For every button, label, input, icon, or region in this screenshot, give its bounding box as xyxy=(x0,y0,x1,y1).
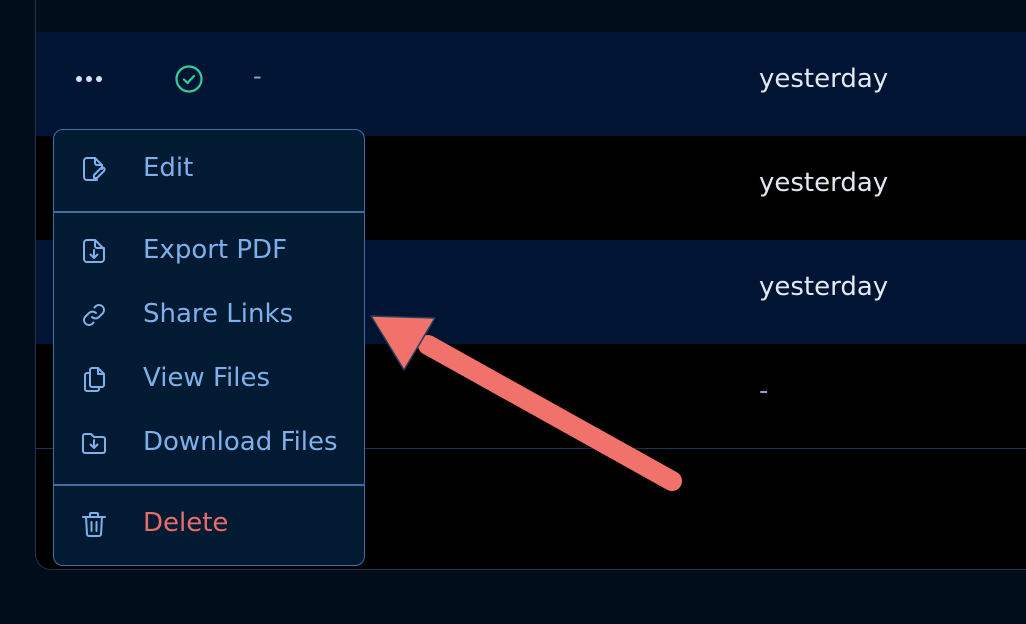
menu-item-export-pdf[interactable]: Export PDF xyxy=(54,221,364,281)
menu-item-delete[interactable]: Delete xyxy=(54,494,364,554)
modified-time: - xyxy=(759,376,769,406)
check-circle-icon xyxy=(175,65,203,93)
dot xyxy=(76,76,82,82)
export-pdf-icon xyxy=(83,239,105,263)
menu-item-edit[interactable]: Edit xyxy=(54,139,364,199)
edit-icon xyxy=(83,157,106,181)
modified-time: yesterday xyxy=(759,64,889,94)
menu-item-label: Download Files xyxy=(143,427,338,457)
menu-item-label: Edit xyxy=(143,153,194,183)
row-actions-menu: Edit Export PDF Share Links View Files D… xyxy=(53,129,365,566)
menu-item-label: Export PDF xyxy=(143,235,288,265)
modified-time: yesterday xyxy=(759,272,889,302)
table-row[interactable]: - yesterday xyxy=(36,32,1026,136)
dot xyxy=(86,76,92,82)
menu-item-label: Share Links xyxy=(143,299,294,329)
download-folder-icon xyxy=(82,433,106,454)
menu-separator xyxy=(54,211,364,213)
files-icon xyxy=(84,367,105,392)
menu-separator xyxy=(54,484,364,486)
menu-item-view-files[interactable]: View Files xyxy=(54,349,364,409)
link-icon xyxy=(83,304,105,326)
menu-item-label: Delete xyxy=(143,508,229,538)
dot xyxy=(96,76,102,82)
status-text: - xyxy=(253,62,262,90)
menu-item-label: View Files xyxy=(143,363,271,393)
menu-item-download-files[interactable]: Download Files xyxy=(54,413,364,473)
trash-icon xyxy=(82,512,106,537)
more-actions-button[interactable] xyxy=(76,76,102,84)
modified-time: yesterday xyxy=(759,168,889,198)
menu-item-share-links[interactable]: Share Links xyxy=(54,285,364,345)
